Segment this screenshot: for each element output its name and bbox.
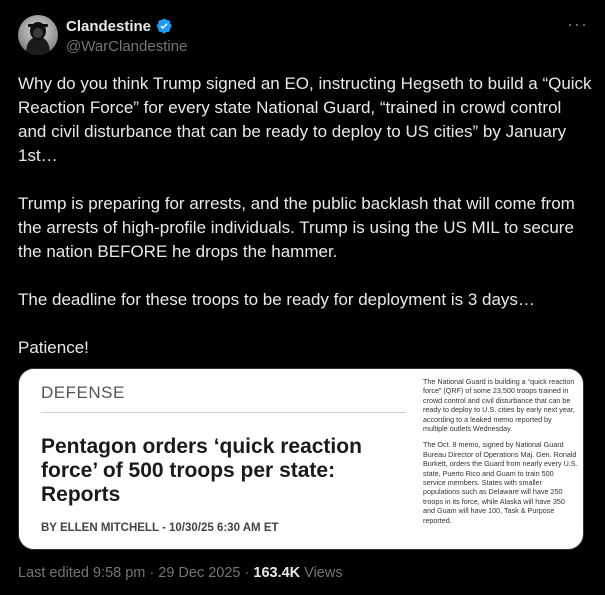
tweet-paragraph: The deadline for these troops to be read… (18, 290, 535, 309)
hooded-figure-icon (26, 22, 50, 55)
article-excerpt: The National Guard is building a “quick … (423, 377, 578, 532)
article-section: DEFENSE (41, 383, 125, 402)
views-count: 163.4K (253, 565, 301, 581)
article-excerpt-paragraph: The Oct. 8 memo, signed by National Guar… (423, 440, 578, 525)
article-excerpt-paragraph: The National Guard is building a “quick … (423, 377, 575, 434)
tweet-paragraph: Why do you think Trump signed an EO, ins… (18, 74, 592, 165)
tweet-text: Why do you think Trump signed an EO, ins… (18, 72, 593, 384)
attached-image[interactable]: DEFENSE Pentagon orders ‘quick reaction … (18, 368, 584, 550)
display-name[interactable]: Clandestine (66, 18, 151, 35)
avatar[interactable] (18, 15, 58, 55)
tweet-paragraph: Patience! (18, 338, 89, 357)
divider (41, 412, 406, 413)
article-headline-panel: DEFENSE Pentagon orders ‘quick reaction … (19, 369, 419, 549)
handle[interactable]: @WarClandestine (66, 38, 187, 55)
author-names: Clandestine @WarClandestine (66, 16, 187, 56)
views-label: Views (300, 565, 343, 581)
verified-badge-icon[interactable] (155, 17, 173, 35)
article-byline: BY ELLEN MITCHELL - 10/30/25 6:30 AM ET (41, 522, 279, 534)
more-options-icon[interactable]: ··· (567, 15, 587, 37)
tweet-footer: Last edited 9:58 pm · 29 Dec 2025 · 163.… (18, 565, 343, 581)
tweet-header: Clandestine @WarClandestine ··· (18, 15, 587, 57)
edited-timestamp[interactable]: Last edited 9:58 pm · 29 Dec 2025 · (18, 565, 253, 581)
tweet-paragraph: Trump is preparing for arrests, and the … (18, 194, 575, 261)
article-headline: Pentagon orders ‘quick reaction force’ o… (41, 435, 362, 506)
